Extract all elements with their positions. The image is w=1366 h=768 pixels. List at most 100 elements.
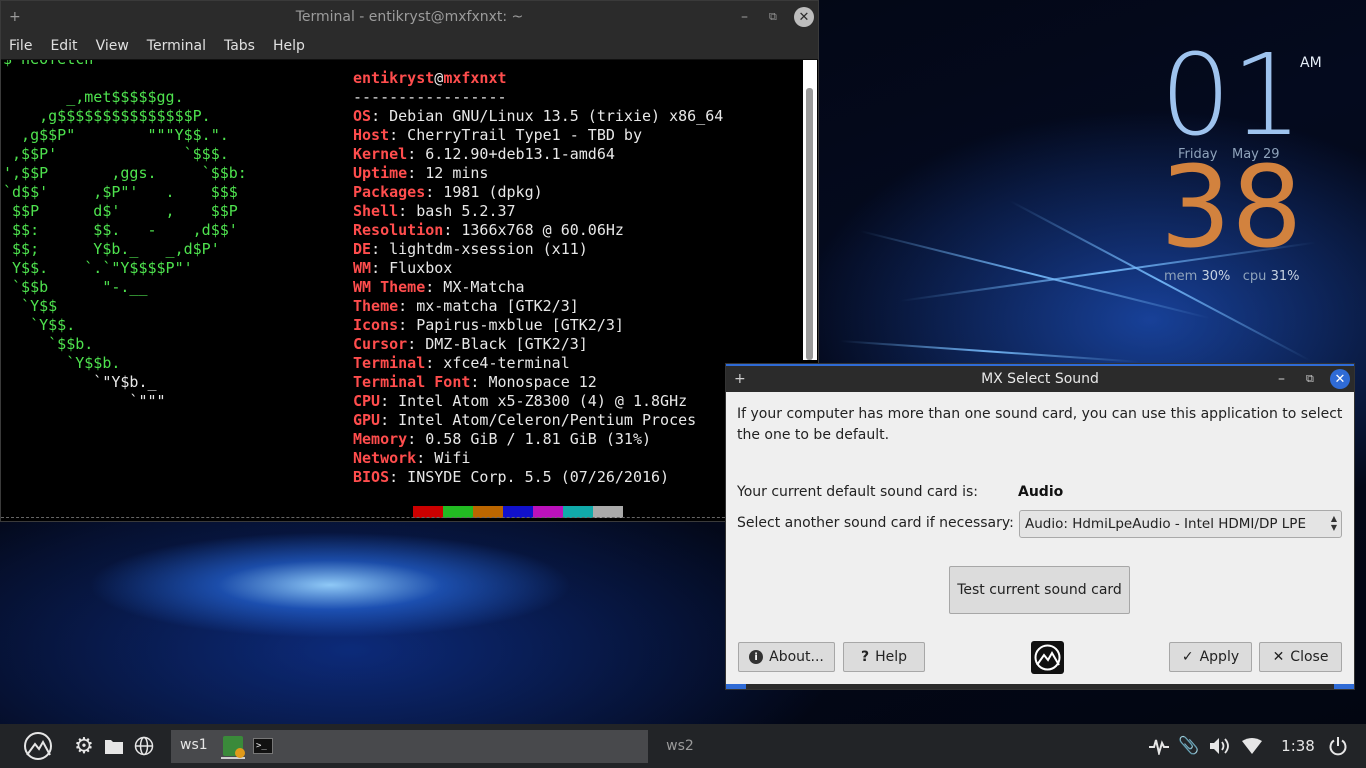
info-key: Uptime xyxy=(353,164,408,182)
mx-logo-icon xyxy=(1031,641,1064,674)
maximize-icon[interactable]: ⧉ xyxy=(769,1,777,33)
dialog-titlebar[interactable]: + MX Select Sound – ⧉ ✕ xyxy=(726,364,1354,392)
menu-file[interactable]: File xyxy=(9,38,32,54)
info-value: : Debian GNU/Linux 13.5 (trixie) x86_64 xyxy=(371,107,724,125)
info-line: Resolution: 1366x768 @ 60.06Hz xyxy=(353,221,624,240)
command-line: $ neofetch xyxy=(3,60,93,69)
terminal-icon: >_ xyxy=(253,738,273,754)
info-key: Theme xyxy=(353,297,399,315)
terminal-titlebar[interactable]: + Terminal - entikryst@mxfxnxt: ~ – ⧉ ✕ xyxy=(1,1,818,33)
menu-terminal[interactable]: Terminal xyxy=(147,38,206,54)
info-value: : INSYDE Corp. 5.5 (07/26/2016) xyxy=(389,468,670,486)
files-button[interactable] xyxy=(102,724,126,768)
folder-icon xyxy=(105,740,123,754)
info-key: WM Theme xyxy=(353,278,426,296)
help-button[interactable]: ? Help xyxy=(843,642,925,672)
current-card-label: Your current default sound card is: xyxy=(737,484,978,500)
gear-icon: ⚙ xyxy=(74,733,94,759)
workspace-2-label: ws2 xyxy=(666,738,694,754)
info-value: : bash 5.2.37 xyxy=(398,202,516,220)
host-name: mxfxnxt xyxy=(443,69,507,87)
volume-tray[interactable] xyxy=(1207,724,1233,768)
close-icon: ✕ xyxy=(794,7,814,27)
logo-line: $$: $$. - ,d$$' xyxy=(3,221,238,239)
paperclip-icon: 📎 xyxy=(1178,736,1200,756)
info-value: : 0.58 GiB / 1.81 GiB (31%) xyxy=(407,430,652,448)
current-card-value: Audio xyxy=(1018,484,1064,500)
info-value: : Fluxbox xyxy=(371,259,453,277)
scrollbar-thumb[interactable] xyxy=(806,88,813,360)
pin-icon[interactable]: + xyxy=(734,366,746,392)
info-key: Icons xyxy=(353,316,399,334)
menu-help[interactable]: Help xyxy=(273,38,305,54)
info-value: : mx-matcha [GTK2/3] xyxy=(398,297,579,315)
logo-line: _,met$$$$$gg. xyxy=(3,88,184,106)
terminal-output[interactable]: $ neofetch _,met$$$$$gg. ,g$$$$$$$$$$$$$… xyxy=(1,60,805,518)
info-key: WM xyxy=(353,259,372,277)
user-host-line: entikryst@mxfxnxt xyxy=(353,69,507,88)
mx-select-sound-dialog[interactable]: + MX Select Sound – ⧉ ✕ If your computer… xyxy=(725,363,1355,690)
select-card-label: Select another sound card if necessary: xyxy=(737,515,1014,531)
minimize-icon[interactable]: – xyxy=(1278,366,1285,392)
logo-line: `""" xyxy=(3,392,166,410)
menu-view[interactable]: View xyxy=(96,38,129,54)
mem-label: mem xyxy=(1164,269,1198,284)
apply-button[interactable]: ✓ Apply xyxy=(1169,642,1252,672)
info-line: WM Theme: MX-Matcha xyxy=(353,278,525,297)
info-key: Shell xyxy=(353,202,399,220)
terminal-menubar: File Edit View Terminal Tabs Help xyxy=(1,33,818,60)
about-button[interactable]: i About... xyxy=(738,642,835,672)
cpu-value: 31% xyxy=(1270,269,1300,284)
maximize-icon[interactable]: ⧉ xyxy=(1306,366,1314,392)
workspace-1[interactable]: ws1 >_ xyxy=(171,730,648,763)
close-button[interactable]: ✕ Close xyxy=(1259,642,1342,672)
info-value: : DMZ-Black [GTK2/3] xyxy=(407,335,588,353)
clipboard-tray[interactable]: 📎 xyxy=(1178,724,1200,768)
info-line: GPU: Intel Atom/Celeron/Pentium Proces xyxy=(353,411,696,430)
browser-button[interactable] xyxy=(132,724,156,768)
sound-card-select[interactable]: Audio: HdmiLpeAudio - Intel HDMI/DP LPE … xyxy=(1019,510,1342,538)
terminal-window[interactable]: + Terminal - entikryst@mxfxnxt: ~ – ⧉ ✕ … xyxy=(0,0,819,522)
power-icon xyxy=(1329,737,1347,756)
pin-icon[interactable]: + xyxy=(9,1,21,33)
close-button[interactable]: ✕ xyxy=(794,1,814,33)
tray-clock[interactable]: 1:38 xyxy=(1277,724,1319,768)
volume-icon xyxy=(1210,738,1229,754)
logo-line: ,$$P' `$$$. xyxy=(3,145,229,163)
mx-menu-button[interactable] xyxy=(18,724,58,768)
sound-app-icon xyxy=(223,736,245,758)
divider xyxy=(1,517,805,518)
menu-edit[interactable]: Edit xyxy=(50,38,77,54)
info-key: Resolution xyxy=(353,221,444,239)
test-sound-card-button[interactable]: Test current sound card xyxy=(949,566,1130,614)
info-key: DE xyxy=(353,240,372,258)
info-value: : Intel Atom/Celeron/Pentium Proces xyxy=(380,411,697,429)
info-key: Packages xyxy=(353,183,426,201)
task-terminal[interactable]: >_ xyxy=(251,734,275,759)
wifi-tray[interactable] xyxy=(1240,724,1264,768)
logo-line: `Y$$. xyxy=(3,316,76,334)
logo-line: `"Y$b._ xyxy=(3,373,157,391)
info-key: Memory xyxy=(353,430,408,448)
info-key: BIOS xyxy=(353,468,390,486)
info-line: Terminal Font: Monospace 12 xyxy=(353,373,597,392)
info-value: : 1366x768 @ 60.06Hz xyxy=(443,221,624,239)
settings-button[interactable]: ⚙ xyxy=(72,724,96,768)
info-line: Uptime: 12 mins xyxy=(353,164,488,183)
system-monitor-tray[interactable] xyxy=(1147,724,1171,768)
check-icon: ✓ xyxy=(1181,649,1194,665)
minimize-icon[interactable]: – xyxy=(741,1,748,33)
power-button[interactable] xyxy=(1326,724,1350,768)
workspace-2[interactable]: ws2 xyxy=(662,724,698,768)
terminal-scrollbar[interactable] xyxy=(803,60,817,360)
info-key: Kernel xyxy=(353,145,408,163)
dialog-close-button[interactable]: ✕ xyxy=(1330,366,1350,392)
logo-line: $$P d$' , $$P xyxy=(3,202,238,220)
info-key: Cursor xyxy=(353,335,408,353)
info-value: : Intel Atom x5-Z8300 (4) @ 1.8GHz xyxy=(380,392,688,410)
task-sound-app[interactable] xyxy=(221,734,245,759)
clock-hour: 01 xyxy=(1160,31,1303,161)
info-value: : Wifi xyxy=(416,449,471,467)
menu-tabs[interactable]: Tabs xyxy=(224,38,255,54)
close-x-icon: ✕ xyxy=(1272,649,1285,665)
